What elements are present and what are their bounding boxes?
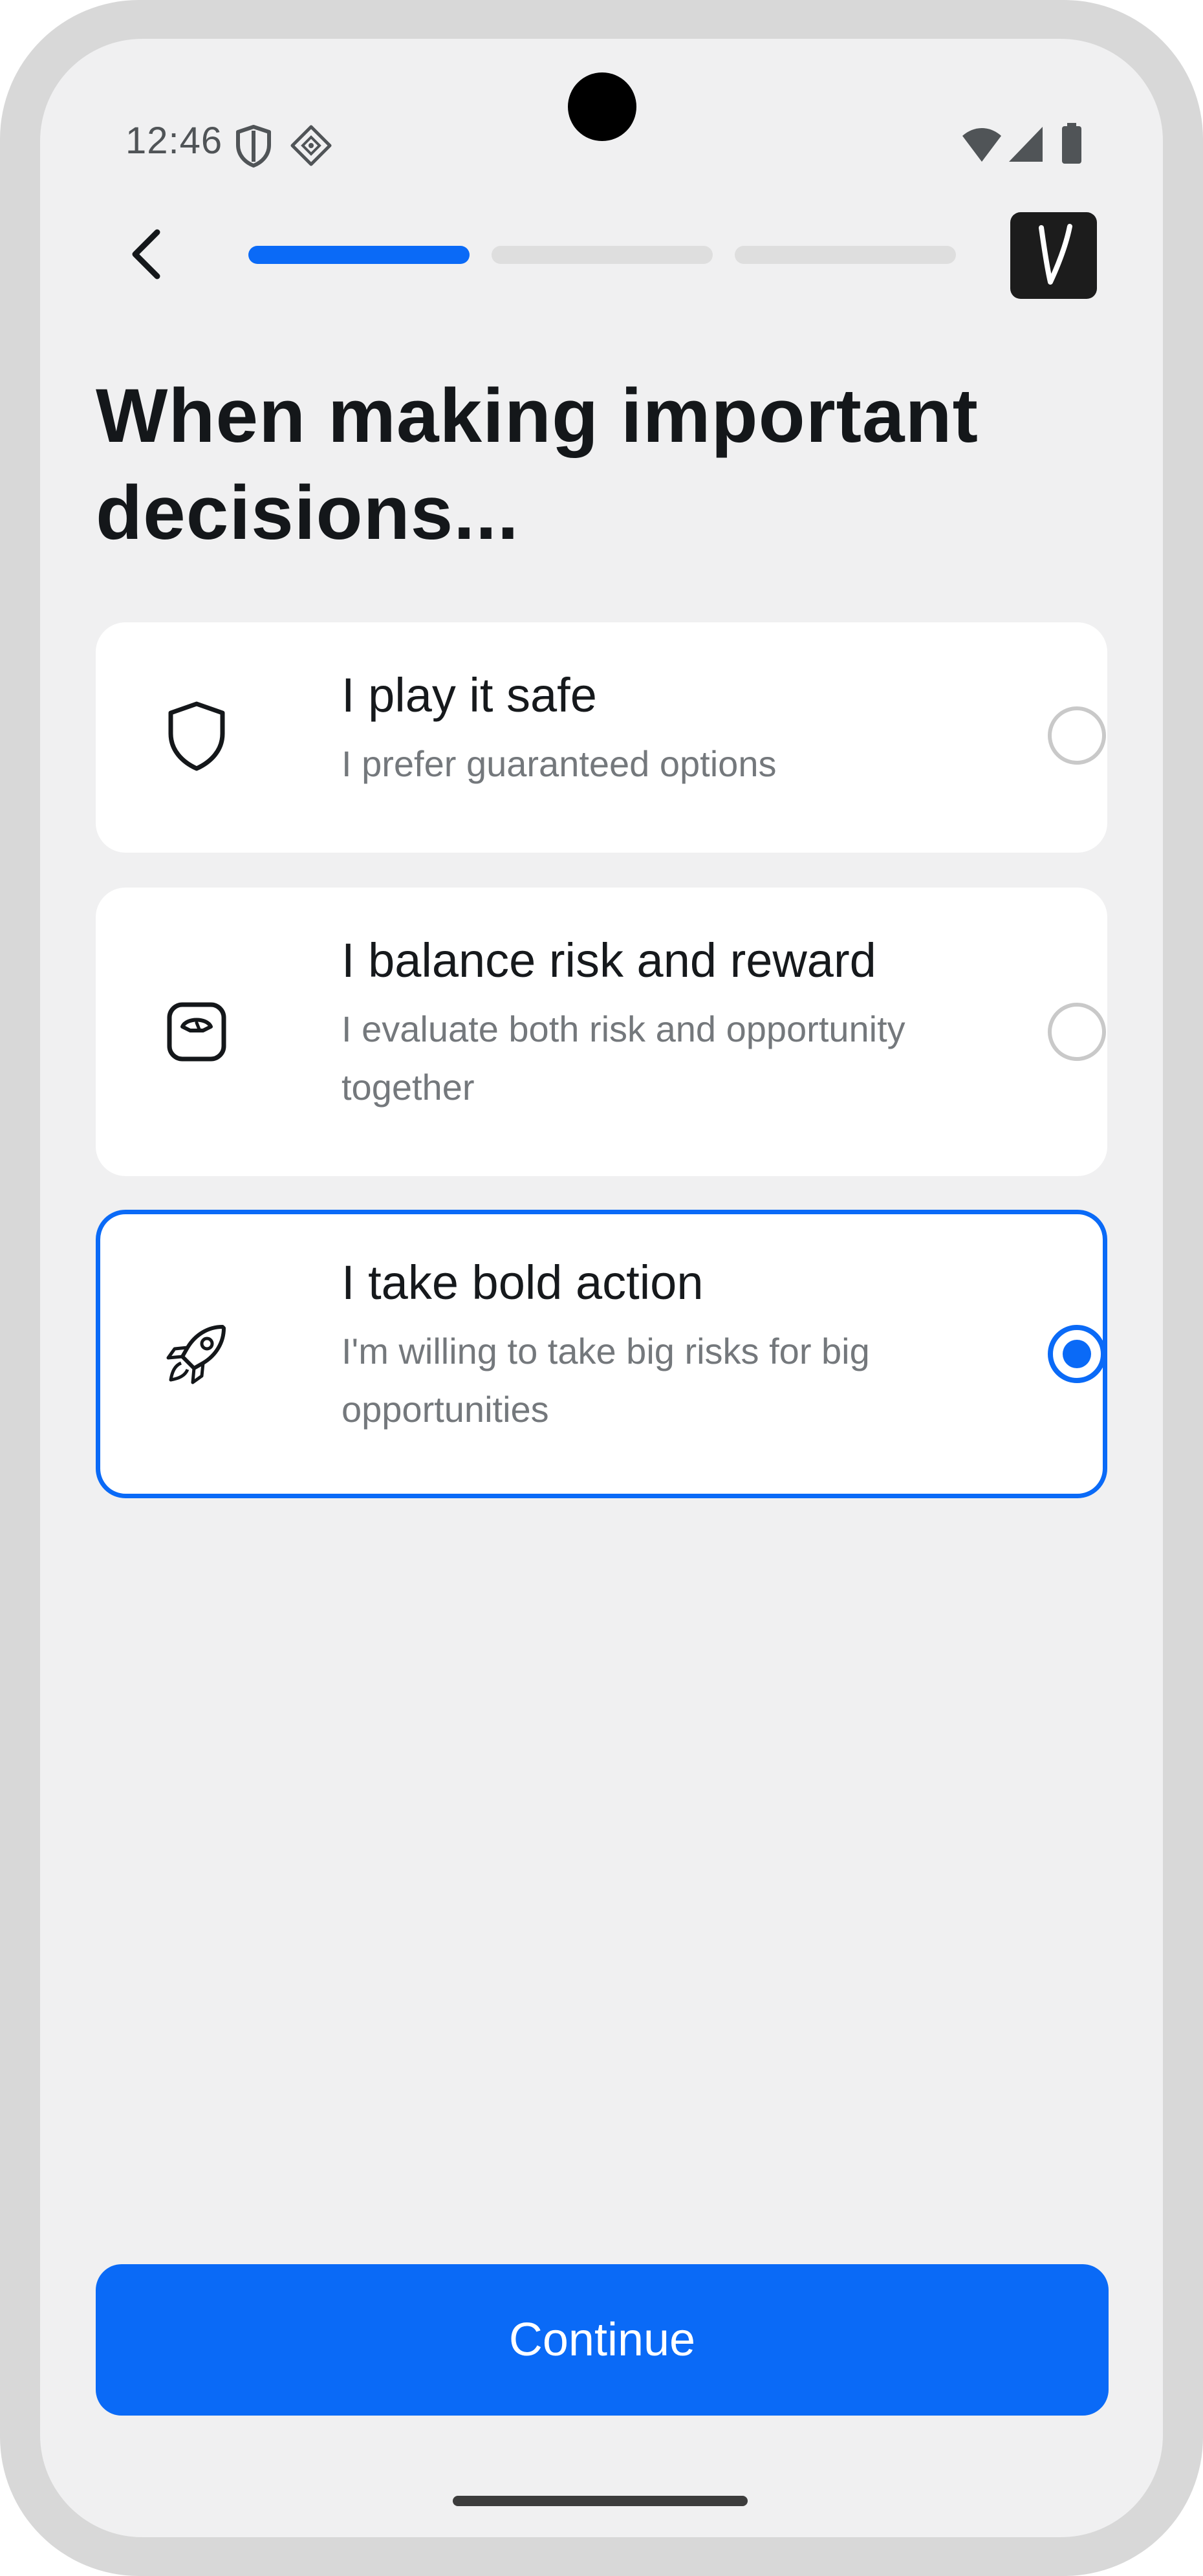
home-indicator[interactable] — [453, 2496, 748, 2506]
option-card-bold-action[interactable]: I take bold action I'm willing to take b… — [96, 1210, 1107, 1498]
back-button[interactable] — [111, 220, 182, 291]
option-card-balance-risk[interactable]: I balance risk and reward I evaluate bot… — [96, 888, 1107, 1176]
option-title: I take bold action — [341, 1256, 704, 1309]
shield-icon — [234, 124, 273, 168]
option-title: I play it safe — [341, 668, 597, 722]
battery-icon — [1061, 123, 1083, 164]
option-description: I'm willing to take big risks for big op… — [341, 1331, 870, 1430]
phone-frame: 12:46 When making important decisions...… — [0, 0, 1203, 2576]
app-logo — [1010, 212, 1097, 299]
status-time: 12:46 — [125, 120, 223, 162]
option-radio-unselected[interactable] — [1048, 706, 1106, 765]
option-description: I evaluate both risk and opportunity tog… — [341, 1009, 905, 1108]
continue-button[interactable]: Continue — [96, 2264, 1109, 2416]
option-title: I balance risk and reward — [341, 933, 876, 987]
progress-step-1 — [248, 246, 470, 264]
chevron-left-icon — [127, 227, 166, 285]
option-card-play-it-safe[interactable]: I play it safe I prefer guaranteed optio… — [96, 622, 1107, 853]
rocket-icon — [158, 1315, 235, 1393]
scale-icon — [158, 993, 235, 1071]
diamond-grid-icon — [290, 124, 332, 167]
app-screen: 12:46 When making important decisions...… — [40, 39, 1163, 2537]
progress-step-2 — [492, 246, 713, 264]
page-title: When making important decisions... — [96, 373, 979, 556]
shield-icon — [158, 697, 235, 775]
front-camera — [568, 72, 636, 141]
option-radio-unselected[interactable] — [1048, 1003, 1106, 1061]
option-description: I prefer guaranteed options — [341, 743, 777, 784]
wifi-icon — [961, 127, 1002, 163]
signal-icon — [1008, 126, 1044, 163]
progress-step-3 — [735, 246, 956, 264]
option-radio-selected[interactable] — [1048, 1325, 1106, 1383]
